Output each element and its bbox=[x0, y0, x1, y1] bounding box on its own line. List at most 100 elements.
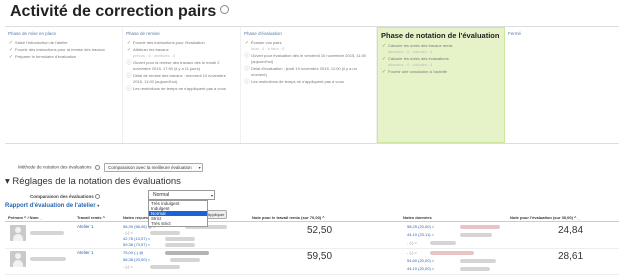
given-grade: - (-) > bbox=[407, 240, 417, 245]
task-label: Attribuer les travaux bbox=[133, 47, 169, 52]
help-icon[interactable] bbox=[95, 194, 101, 199]
col-given: Notes données bbox=[403, 215, 432, 220]
phase-task[interactable]: ✓ Saisir l'introduction de l'atelier bbox=[8, 40, 119, 46]
received-grade: 58,38 (20,00) < bbox=[123, 257, 151, 262]
received-grade: 59,38 (73,57) < bbox=[123, 242, 151, 247]
received-grade: 42,78 (13,57) < bbox=[123, 236, 151, 241]
compare-label: Comparaison des évaluations bbox=[30, 194, 101, 199]
task-label: Délai d'évaluation : jeudi 19 novembre 2… bbox=[251, 66, 357, 77]
task-label: Saisir l'introduction de l'atelier bbox=[15, 40, 68, 45]
submission-grade: 59,50 bbox=[307, 251, 333, 262]
submission-link[interactable]: Atelier 1 bbox=[77, 250, 94, 255]
phase-task[interactable]: ✓ Préparer le formulaire d'évaluation bbox=[8, 54, 119, 60]
phase-task[interactable]: ⓘ Les restrictions de temps ne s'applique… bbox=[244, 79, 373, 85]
table-row: Atelier 1 75,00 (-) @ 58,38 (20,00) < - … bbox=[5, 249, 619, 275]
check-icon: ✓ bbox=[126, 47, 132, 53]
task-info: attendus : 4 · calculés : 4 bbox=[388, 49, 433, 54]
reviewee-name bbox=[430, 251, 474, 255]
received-grade: - (-) < bbox=[123, 264, 133, 269]
page-title: Activité de correction pairs bbox=[10, 3, 230, 21]
col-received: Notes reçues bbox=[123, 215, 149, 220]
student-name bbox=[30, 257, 66, 261]
reviewee-name bbox=[460, 267, 490, 271]
phase-task[interactable]: ⓘ Les restrictions de temps ne s'applique… bbox=[126, 86, 237, 92]
info-icon: ⓘ bbox=[126, 86, 132, 92]
phase-task[interactable]: ⓘ Délai de remise des travaux : mercredi … bbox=[126, 73, 237, 85]
col-assessment-grade[interactable]: Note pour l'évaluation (sur 30,00) ^ _ bbox=[510, 215, 580, 220]
phase-task[interactable]: ✓ Fournir des instructions pour la remise… bbox=[8, 47, 119, 53]
workflow-phases: Phase de mise en place ✓ Saisir l'introduc… bbox=[5, 26, 619, 144]
help-icon[interactable] bbox=[94, 164, 100, 170]
phase-setup: Phase de mise en place ✓ Saisir l'introduc… bbox=[5, 27, 123, 143]
task-label: Fournir des instructions pour la remise … bbox=[15, 47, 105, 52]
phase-task[interactable]: ✓ Fournir une conclusion à l'activité bbox=[381, 69, 501, 75]
chevron-down-icon: ▾ bbox=[210, 193, 213, 198]
task-label: Les restrictions de temps ne s'appliquen… bbox=[251, 79, 344, 84]
reviewer-name bbox=[150, 265, 180, 269]
task-label: Évaluer vos pairs bbox=[251, 40, 282, 45]
report-heading: Rapport d'évaluation de l'atelier ▾ bbox=[5, 203, 100, 209]
phase-task[interactable]: ✓ Calculer les notes des évaluations atten… bbox=[381, 56, 501, 68]
method-label: Méthode de notation des évaluations bbox=[18, 164, 92, 170]
submission-grade: 52,50 bbox=[307, 225, 333, 236]
student-name bbox=[30, 231, 64, 235]
col-submission-grade[interactable]: Note pour le travail remis (sur 70,00) ^ bbox=[252, 215, 325, 220]
phase-title[interactable]: Phase de notation de l'évaluation bbox=[381, 32, 501, 40]
phase-task[interactable]: ✓ Évaluer vos pairs total : 4 · à faire : … bbox=[244, 40, 373, 52]
check-icon: ✓ bbox=[381, 69, 387, 75]
table-row: Atelier 1 58,39 (58,06) @ < - (-) < 42,7… bbox=[5, 223, 619, 249]
phase-title[interactable]: Phase de mise en place bbox=[8, 31, 119, 37]
task-label: Fournir des instructions pour l'évaluati… bbox=[133, 40, 205, 45]
col-submission[interactable]: Travail remis ^ bbox=[77, 215, 105, 220]
phase-closed: Fermé bbox=[505, 27, 619, 143]
task-info: prévus : 4 · attribués : 4 bbox=[133, 53, 176, 58]
task-info: total : 4 · à faire : 0 bbox=[251, 46, 285, 51]
phase-task[interactable]: ⓘ Ouvert pour évaluation dès le vendredi … bbox=[244, 53, 373, 65]
given-grade: 54,60 (20,00) > bbox=[407, 258, 435, 263]
phase-submission: Phase de remise ✓ Fournir des instructions… bbox=[123, 27, 241, 143]
avatar bbox=[10, 251, 26, 267]
task-info: attendus : 4 · calculés : 4 bbox=[388, 62, 433, 67]
check-icon: ✓ bbox=[381, 56, 387, 62]
check-icon: ✓ bbox=[244, 40, 250, 46]
phase-evaluation: Phase de notation de l'évaluation ✓ Calcul… bbox=[377, 27, 505, 143]
chevron-down-icon: ▾ bbox=[97, 203, 100, 208]
info-icon: ⓘ bbox=[244, 53, 250, 59]
chevron-down-icon: ▾ bbox=[198, 165, 201, 170]
compare-option[interactable]: Très strict bbox=[149, 221, 207, 226]
given-grade: 44,10 (20,00) > bbox=[407, 266, 435, 271]
grading-method: Méthode de notation des évaluations Comp… bbox=[18, 163, 203, 172]
phase-task[interactable]: ⓘ Délai d'évaluation : jeudi 19 novembre … bbox=[244, 66, 373, 78]
check-icon: ✓ bbox=[381, 43, 387, 49]
compare-select[interactable]: Normal ▾ bbox=[148, 190, 215, 200]
task-label: Délai de remise des travaux : mercredi 1… bbox=[133, 73, 226, 84]
phase-title[interactable]: Fermé bbox=[508, 31, 616, 37]
method-select[interactable]: Comparaison avec la meilleure évaluation… bbox=[104, 163, 203, 172]
submission-link[interactable]: Atelier 1 bbox=[77, 224, 94, 229]
check-icon: ✓ bbox=[8, 47, 14, 53]
phase-task[interactable]: ✓ Fournir des instructions pour l'évaluat… bbox=[126, 40, 237, 46]
assessment-grade: 24,84 bbox=[558, 225, 584, 236]
avatar bbox=[10, 225, 26, 241]
phase-task[interactable]: ✓ Attribuer les travaux prévus : 4 · attri… bbox=[126, 47, 237, 59]
phase-task[interactable]: ⓘ Ouvert pour la remise des travaux dès l… bbox=[126, 60, 237, 72]
reviewer-name bbox=[165, 237, 195, 241]
col-name[interactable]: Prénom ^ / Nom _ bbox=[8, 215, 42, 220]
task-label: Préparer le formulaire d'évaluation bbox=[15, 54, 77, 59]
help-icon[interactable] bbox=[220, 5, 230, 14]
task-label: Calculer les notes des travaux remis bbox=[388, 43, 453, 48]
reviewee-name bbox=[430, 241, 456, 245]
reviewee-name bbox=[460, 233, 492, 237]
check-icon: ✓ bbox=[8, 54, 14, 60]
info-icon: ⓘ bbox=[126, 60, 132, 66]
info-icon: ⓘ bbox=[244, 79, 250, 85]
phase-task[interactable]: ✓ Calculer les notes des travaux remis att… bbox=[381, 43, 501, 55]
compare-options-list: Très indulgent Indulgent Normal Strict Très … bbox=[148, 200, 208, 227]
check-icon: ✓ bbox=[126, 40, 132, 46]
received-grade: - (-) < bbox=[123, 230, 133, 235]
phase-title[interactable]: Phase d'évaluation bbox=[244, 31, 373, 37]
settings-heading[interactable]: ▾ Réglages de la notation des évaluation… bbox=[5, 176, 181, 187]
phase-title[interactable]: Phase de remise bbox=[126, 31, 237, 37]
given-grade: 44,10 (23,11) > bbox=[407, 232, 434, 237]
report-table-header: Prénom ^ / Nom _ Travail remis ^ Notes r… bbox=[5, 214, 619, 222]
